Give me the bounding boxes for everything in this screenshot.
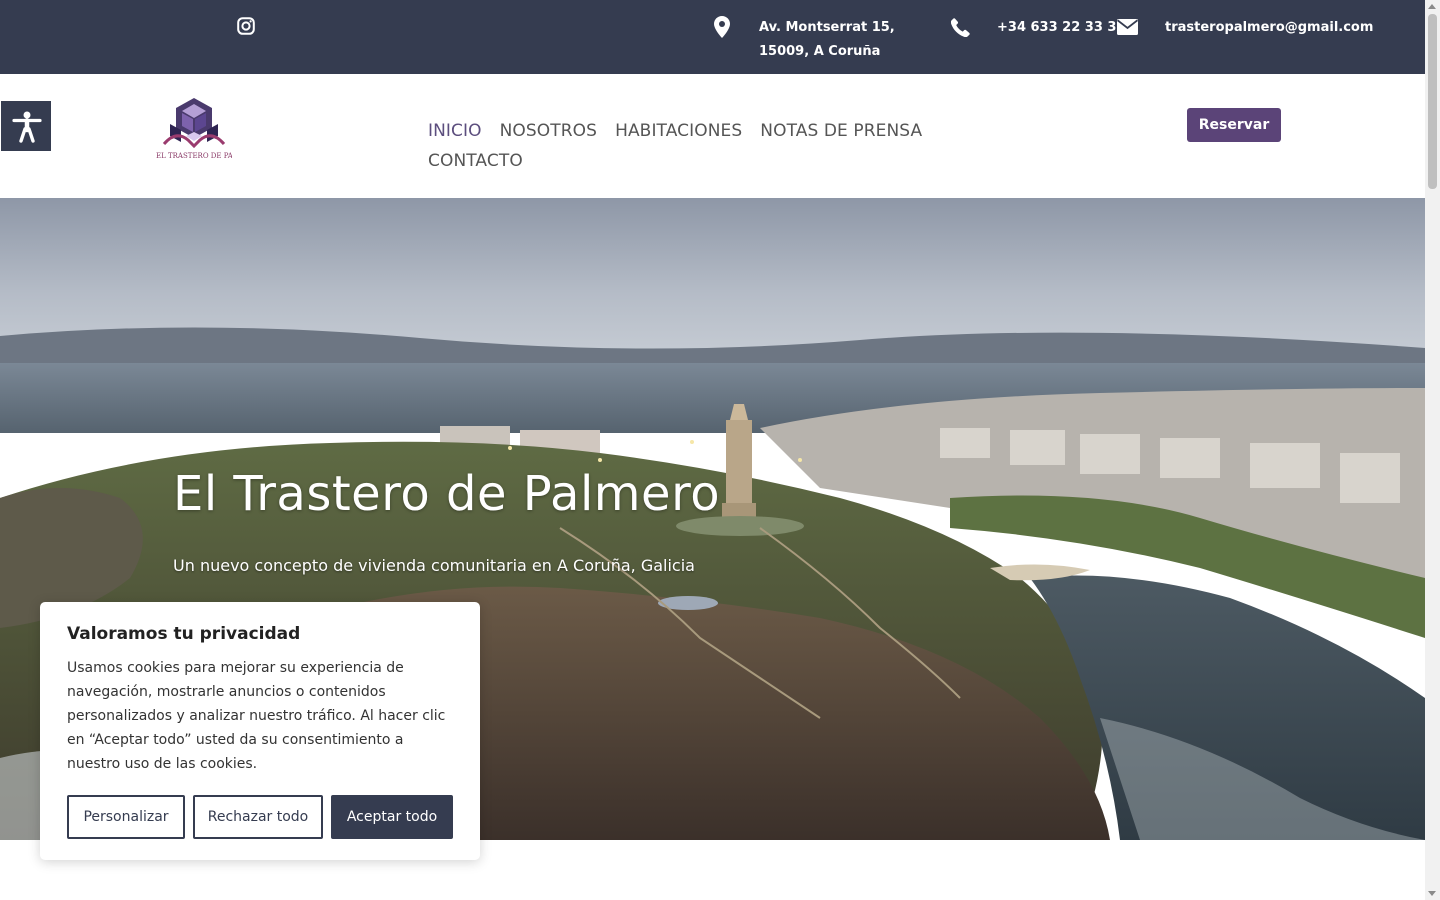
address-text: Av. Montserrat 15, 15009, A Coruña	[759, 20, 895, 59]
accept-all-button[interactable]: Aceptar todo	[331, 795, 453, 839]
site-header: EL TRASTERO DE PALMERO INICIO NOSOTROS HAB…	[0, 74, 1425, 198]
cookie-title: Valoramos tu privacidad	[67, 624, 301, 644]
phone-icon	[950, 18, 970, 41]
page-scrollbar[interactable]	[1425, 0, 1440, 900]
site-logo[interactable]: EL TRASTERO DE PALMERO	[156, 96, 232, 168]
scroll-up-arrow-icon[interactable]	[1428, 4, 1436, 9]
instagram-icon[interactable]	[237, 17, 255, 35]
hero-subtitle: Un nuevo concepto de vivienda comunitari…	[173, 556, 695, 575]
top-contact-bar: Av. Montserrat 15, 15009, A Coruña +34 6…	[0, 0, 1425, 74]
email-text[interactable]: trasteropalmero@gmail.com	[1165, 16, 1373, 40]
main-nav: INICIO NOSOTROS HABITACIONES NOTAS DE PRENS…	[428, 116, 948, 176]
logo-text: EL TRASTERO DE PALMERO	[156, 152, 232, 160]
cookie-consent-banner: Valoramos tu privacidad Usamos cookies p…	[40, 602, 480, 860]
scroll-down-arrow-icon[interactable]	[1428, 891, 1436, 896]
hero-title: El Trastero de Palmero	[173, 466, 721, 522]
reject-all-button[interactable]: Rechazar todo	[193, 795, 323, 839]
customize-button[interactable]: Personalizar	[67, 795, 185, 839]
nav-item-habitaciones[interactable]: HABITACIONES	[615, 116, 742, 146]
accessibility-button[interactable]	[0, 100, 52, 152]
reserve-button[interactable]: Reservar	[1187, 108, 1281, 142]
nav-item-nosotros[interactable]: NOSOTROS	[500, 116, 597, 146]
scrollbar-thumb[interactable]	[1428, 14, 1437, 189]
envelope-icon	[1116, 19, 1139, 39]
cookie-text: Usamos cookies para mejorar su experienc…	[67, 660, 446, 772]
nav-item-inicio[interactable]: INICIO	[428, 116, 482, 146]
phone-text[interactable]: +34 633 22 33 35	[997, 16, 1126, 40]
page: Av. Montserrat 15, 15009, A Coruña +34 6…	[0, 0, 1440, 900]
nav-item-notas-de-prensa[interactable]: NOTAS DE PRENSA	[760, 116, 922, 146]
accessibility-icon	[12, 111, 42, 147]
nav-item-contacto[interactable]: CONTACTO	[428, 146, 523, 176]
location-pin-icon	[714, 16, 730, 42]
